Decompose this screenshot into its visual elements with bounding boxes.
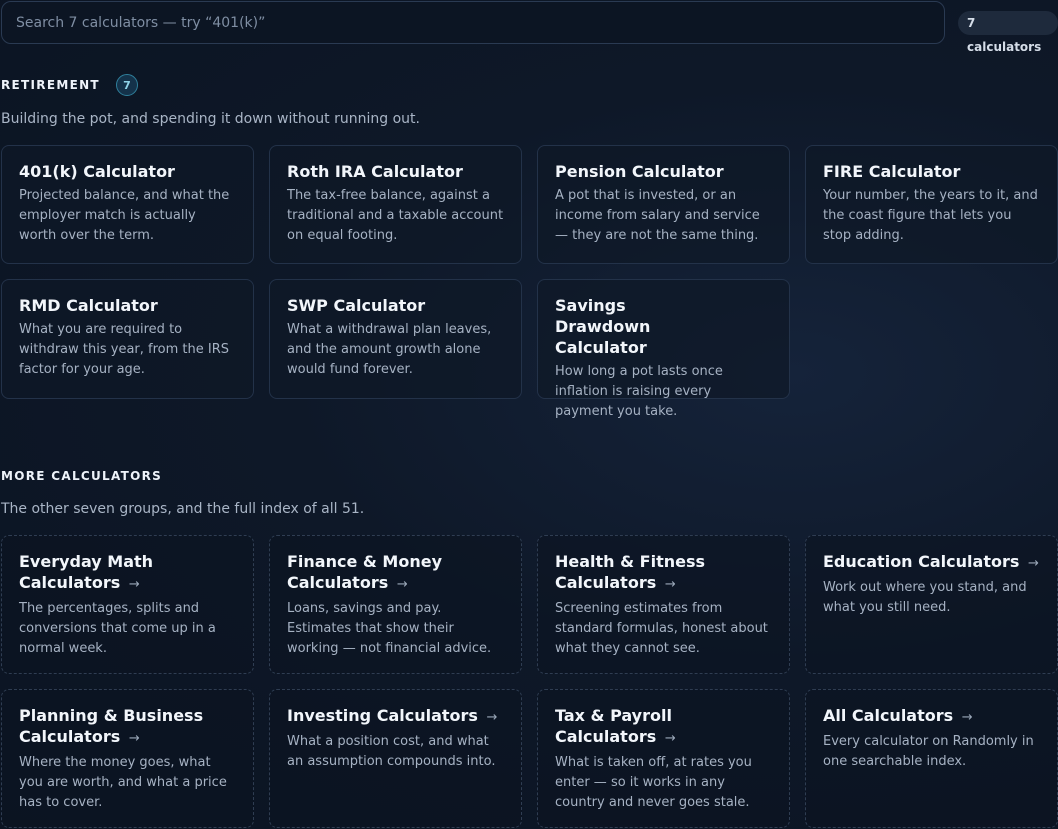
card-savings-drawdown-calculator[interactable]: Savings Drawdown Calculator How long a p… bbox=[537, 279, 790, 419]
card-title: Planning & Business Calculators → bbox=[19, 706, 204, 746]
card-title: Savings Drawdown Calculator bbox=[555, 296, 651, 357]
card-title: 401(k) Calculator bbox=[19, 162, 175, 181]
card-description: Loans, savings and pay. Estimates that s… bbox=[287, 601, 492, 656]
card-description: Where the money goes, what you are worth… bbox=[19, 755, 227, 810]
card-description: A pot that is invested, or an income fro… bbox=[555, 188, 760, 243]
card-title: FIRE Calculator bbox=[823, 162, 961, 181]
card-description: Projected balance, and what the employer… bbox=[19, 188, 230, 243]
card-description: Work out where you stand, and what you s… bbox=[823, 580, 1027, 615]
card-description: What a position cost, and what an assump… bbox=[287, 734, 496, 769]
card-description: Your number, the years to it, and the co… bbox=[823, 188, 1038, 243]
card-title: Roth IRA Calculator bbox=[287, 162, 463, 181]
card-swp-calculator[interactable]: SWP Calculator What a withdrawal plan le… bbox=[269, 279, 522, 399]
card-description: What is taken off, at rates you enter — … bbox=[555, 755, 752, 810]
retirement-count-badge: 7 bbox=[115, 74, 138, 96]
card-title: All Calculators → bbox=[823, 706, 973, 725]
card-title: Pension Calculator bbox=[555, 162, 724, 181]
card-title: RMD Calculator bbox=[19, 296, 158, 315]
card-tax-payroll[interactable]: Tax & Payroll Calculators → What is take… bbox=[537, 689, 790, 828]
arrow-right-icon: → bbox=[1027, 556, 1039, 571]
card-title: Finance & Money Calculators → bbox=[287, 552, 443, 592]
arrow-right-icon: → bbox=[486, 710, 498, 725]
card-education[interactable]: Education Calculators → Work out where y… bbox=[805, 535, 1058, 674]
arrow-right-icon: → bbox=[396, 577, 408, 592]
card-health-fitness[interactable]: Health & Fitness Calculators → Screening… bbox=[537, 535, 790, 674]
arrow-right-icon: → bbox=[961, 710, 973, 725]
card-all-calculators[interactable]: All Calculators → Every calculator on Ra… bbox=[805, 689, 1058, 828]
card-description: What a withdrawal plan leaves, and the a… bbox=[287, 322, 492, 377]
arrow-right-icon: → bbox=[128, 577, 140, 592]
arrow-right-icon: → bbox=[664, 577, 676, 592]
card-finance-money[interactable]: Finance & Money Calculators → Loans, sav… bbox=[269, 535, 522, 674]
card-description: Every calculator on Randomly in one sear… bbox=[823, 734, 1034, 769]
card-description: Screening estimates from standard formul… bbox=[555, 601, 768, 656]
card-pension-calculator[interactable]: Pension Calculator A pot that is investe… bbox=[537, 145, 790, 264]
card-title: Investing Calculators → bbox=[287, 706, 498, 725]
card-description: The percentages, splits and conversions … bbox=[19, 601, 216, 656]
calculator-count-badge: 7 calculators bbox=[958, 11, 1058, 54]
card-description: How long a pot lasts once inflation is r… bbox=[555, 364, 723, 419]
arrow-right-icon: → bbox=[128, 731, 140, 746]
card-investing[interactable]: Investing Calculators → What a position … bbox=[269, 689, 522, 828]
retirement-heading: RETIREMENT 7 bbox=[1, 74, 138, 96]
card-everyday-math[interactable]: Everyday Math Calculators → The percenta… bbox=[1, 535, 254, 674]
card-planning-business[interactable]: Planning & Business Calculators → Where … bbox=[1, 689, 254, 828]
card-title: Health & Fitness Calculators → bbox=[555, 552, 706, 592]
card-description: What you are required to withdraw this y… bbox=[19, 322, 229, 377]
retirement-heading-text: RETIREMENT bbox=[1, 78, 100, 92]
more-calculators-description: The other seven groups, and the full ind… bbox=[1, 501, 365, 517]
retirement-description: Building the pot, and spending it down w… bbox=[1, 111, 420, 127]
card-401k-calculator[interactable]: 401(k) Calculator Projected balance, and… bbox=[1, 145, 254, 264]
search-input[interactable]: Search 7 calculators — try “401(k)” bbox=[1, 1, 945, 44]
arrow-right-icon: → bbox=[664, 731, 676, 746]
card-title: Everyday Math Calculators → bbox=[19, 552, 154, 592]
more-calculators-heading: MORE CALCULATORS bbox=[1, 469, 162, 483]
more-calculators-heading-text: MORE CALCULATORS bbox=[1, 469, 163, 483]
card-description: The tax-free balance, against a traditio… bbox=[287, 188, 504, 243]
card-title: SWP Calculator bbox=[287, 296, 426, 315]
card-roth-ira-calculator[interactable]: Roth IRA Calculator The tax-free balance… bbox=[269, 145, 522, 264]
card-rmd-calculator[interactable]: RMD Calculator What you are required to … bbox=[1, 279, 254, 399]
card-title: Tax & Payroll Calculators → bbox=[555, 706, 676, 746]
card-title: Education Calculators → bbox=[823, 552, 1039, 571]
card-fire-calculator[interactable]: FIRE Calculator Your number, the years t… bbox=[805, 145, 1058, 264]
search-placeholder: Search 7 calculators — try “401(k)” bbox=[16, 14, 266, 31]
